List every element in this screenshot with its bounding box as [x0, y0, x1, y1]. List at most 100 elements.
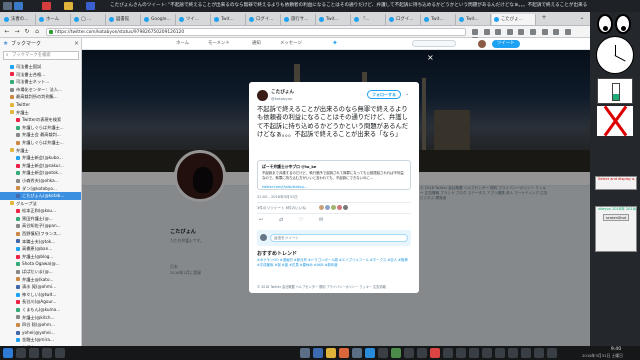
taskbar-app-icon[interactable] — [443, 348, 453, 358]
taskbar-app-icon[interactable] — [417, 348, 427, 358]
back-arrow-icon[interactable]: ← — [3, 28, 11, 36]
bookmark-item[interactable]: 高谷知佐子(@pan... — [0, 222, 81, 230]
chevron-down-icon[interactable]: ⌄ — [405, 91, 409, 97]
bookmark-item[interactable]: Twitterの表現を検索 — [0, 116, 81, 124]
avatar[interactable] — [257, 90, 268, 101]
extension-icon[interactable] — [564, 29, 571, 35]
network-icon[interactable] — [534, 348, 544, 358]
tab[interactable]: Twit... — [457, 14, 491, 25]
taskbar-app-icon[interactable] — [313, 348, 323, 358]
taskbar-app-icon[interactable] — [29, 348, 39, 358]
bookmark-search-input[interactable]: ⌕ ブックマークを検索 — [3, 51, 79, 60]
bookmark-item[interactable]: くまもん(@kuma... — [0, 306, 81, 314]
screenshot-button[interactable]: screenShot — [603, 214, 629, 221]
nav-home[interactable]: ホーム — [176, 40, 189, 48]
extension-icon[interactable] — [541, 29, 548, 35]
tab[interactable]: 旅行サ... — [282, 14, 316, 25]
bookmark-item[interactable]: 小森秀夫(@ohka... — [0, 177, 81, 185]
modal-footer[interactable]: © 2018 Twitter 会社概要 ヘルプセンター 規約 プライバシーポリシ… — [257, 284, 411, 289]
address-bar[interactable]: https://twitter.com/kotabyon/status/9798… — [46, 28, 466, 36]
twitter-bird-icon[interactable]: ✦ — [332, 39, 338, 47]
quoted-tweet[interactable]: ぱーそ弁護士@中ブロ @ta_ke 不起訴まで弁護するのだけど、執行猶予で起訴さ… — [257, 160, 411, 190]
taskbar-app-icon[interactable] — [391, 348, 401, 358]
bookmark-item[interactable]: 弁護士@(kato... — [0, 276, 81, 284]
bookmark-item[interactable]: ぱぱだいま(@... — [0, 268, 81, 276]
reply-icon[interactable]: ↩ — [259, 216, 263, 224]
bookmark-item[interactable]: yohei(@yohei... — [0, 329, 81, 337]
message-icon[interactable]: ✉ — [319, 216, 323, 224]
library-icon[interactable] — [483, 29, 490, 35]
taskbar-app-icon[interactable] — [300, 348, 310, 358]
screenshot-window[interactable]: xkeyvp 2018年 2018/4 screenShot — [595, 206, 637, 252]
taskbar-app-icon[interactable] — [42, 348, 52, 358]
bookmark-item[interactable]: 司法書士ネット... — [0, 78, 81, 86]
bookmark-item[interactable]: 金融士(@mira... — [0, 336, 81, 344]
tab[interactable]: ログイ... — [247, 14, 281, 25]
start-menu-icon[interactable] — [3, 348, 13, 358]
bookmark-item[interactable]: 本職士夫(@tok... — [0, 238, 81, 246]
tab[interactable]: ツイ... — [177, 14, 211, 25]
new-tab-button[interactable]: + — [540, 14, 548, 22]
bookmark-item[interactable]: ダン(@kotabyo... — [0, 185, 81, 193]
bookmark-item[interactable]: 司法書士合格... — [0, 71, 81, 79]
mini-window[interactable]: Select and display a... — [595, 176, 637, 190]
taskbar-app-icon[interactable] — [482, 348, 492, 358]
bookmark-star-icon[interactable] — [472, 29, 478, 35]
tab[interactable]: 法曹の... — [2, 14, 36, 25]
bookmark-folder[interactable]: グループ法 — [0, 200, 81, 208]
extension-icon[interactable] — [529, 29, 536, 35]
firefox-icon[interactable] — [339, 348, 349, 358]
sidebar-header[interactable]: ★ ブックマーク × — [0, 38, 81, 50]
bookmark-item[interactable]: 長谷川(@Agour... — [0, 298, 81, 306]
tweet-button[interactable]: ツイート — [492, 40, 520, 48]
sidebar-toggle-icon[interactable] — [495, 29, 502, 35]
bookmark-item[interactable]: 弁護士新会(@otok... — [0, 169, 81, 177]
avatar[interactable] — [319, 205, 324, 210]
avatar[interactable] — [343, 205, 348, 210]
bookmark-item[interactable]: 弁護しぐらば弁護士... — [0, 139, 81, 147]
input-method-icon[interactable] — [430, 348, 440, 358]
extension-icon[interactable] — [553, 29, 560, 35]
bookmark-item[interactable]: 弁護しぐらば弁護士... — [0, 124, 81, 132]
retweet-icon[interactable]: ⇄ — [279, 216, 283, 224]
folder-icon[interactable] — [64, 2, 73, 10]
files-icon[interactable] — [14, 2, 23, 10]
close-icon[interactable]: × — [74, 38, 79, 50]
author-name[interactable]: こたびょん — [271, 89, 294, 95]
taskbar-app-icon[interactable] — [469, 348, 479, 358]
avatar[interactable] — [331, 205, 336, 210]
tab[interactable]: ログイ... — [387, 14, 421, 25]
tab[interactable]: Twit... — [212, 14, 246, 25]
taskbar-folder-icon[interactable] — [326, 348, 336, 358]
tab-active[interactable]: こたびょ... — [492, 14, 536, 25]
tab[interactable]: Google... — [142, 14, 176, 25]
quoted-tweet-link[interactable]: twitter.com/i/web/status/... — [262, 185, 406, 189]
tab[interactable]: 図書館 — [107, 14, 141, 25]
bookmark-item[interactable]: 黒田弁護士(@... — [0, 215, 81, 223]
bookmark-item[interactable]: 弁護士新会(@kubo... — [0, 154, 81, 162]
close-icon[interactable]: × — [427, 53, 434, 62]
tab[interactable]: Twit... — [317, 14, 351, 25]
taskbar-app-icon[interactable] — [378, 348, 388, 358]
reply-input[interactable]: 返信をツイート — [270, 234, 408, 242]
tab[interactable]: ホーム — [37, 14, 71, 25]
bookmark-folder[interactable]: 弁護士 — [0, 147, 81, 155]
taskbar-app-icon[interactable] — [456, 348, 466, 358]
bookmark-item[interactable]: 清水 晃(@ohmi... — [0, 283, 81, 291]
bookmark-item[interactable]: 弁護士(@blog... — [0, 253, 81, 261]
nav-moments[interactable]: モーメント — [208, 40, 230, 48]
tab[interactable]: 「... — [352, 14, 386, 25]
taskbar-app-icon[interactable] — [508, 348, 518, 358]
taskbar-app-icon[interactable] — [365, 348, 375, 358]
battery-icon[interactable] — [547, 348, 557, 358]
tab[interactable]: ◯ ... — [72, 14, 106, 25]
follow-button[interactable]: フォローする — [367, 90, 401, 99]
trends-list[interactable]: #ポケモンGO #漫画村 #新元号 #ドラゴンボール超 #エイプリルフール #ホ… — [257, 258, 411, 268]
bookmark-item[interactable]: 市場化センター：法人... — [0, 86, 81, 94]
bookmark-item[interactable]: Shota Ogawa(@... — [0, 260, 81, 268]
author-handle[interactable]: @kotabyon — [271, 96, 292, 101]
bookmark-item[interactable]: 弁護士新会(@sakur... — [0, 162, 81, 170]
taskbar-app-icon[interactable] — [55, 348, 65, 358]
nav-notifications[interactable]: 通知 — [252, 40, 261, 48]
taskbar-app-icon[interactable] — [16, 348, 26, 358]
